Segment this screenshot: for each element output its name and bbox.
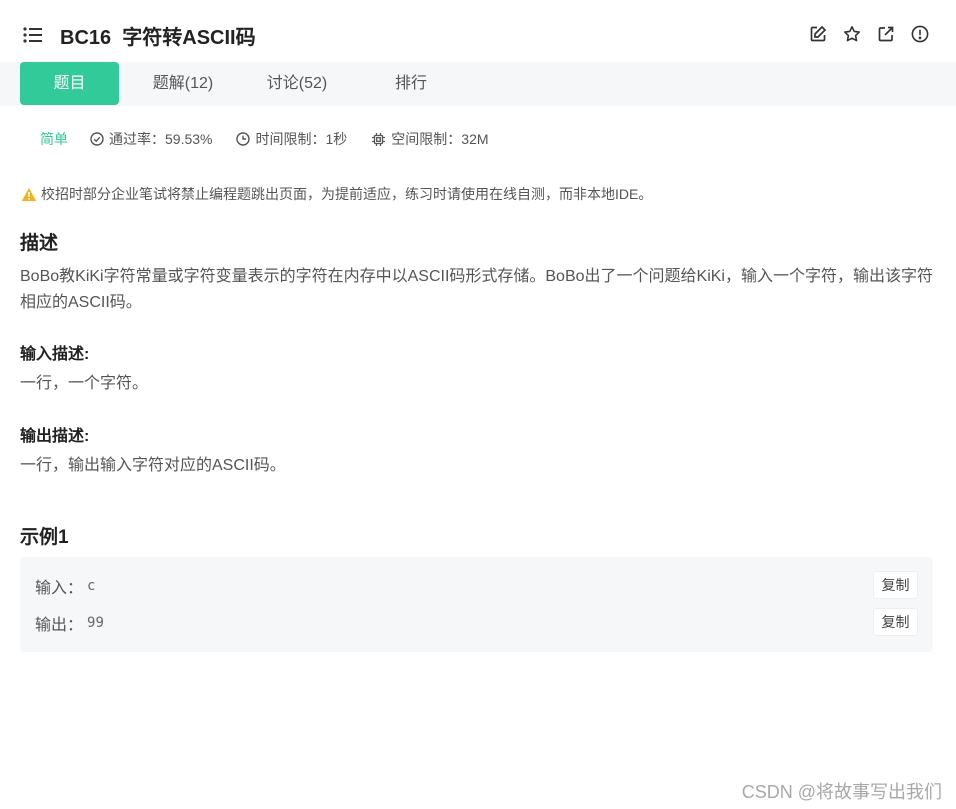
list-icon[interactable] [22, 26, 44, 44]
problem-meta: 简单 通过率：59.53% 时间限制：1秒 空间限制：32M [40, 129, 513, 149]
tab-discussion[interactable]: 讨论(52) [244, 62, 350, 105]
header-actions [808, 24, 930, 44]
example-box: 输入： c 复制 输出： 99 复制 [20, 557, 933, 652]
chip-icon [372, 132, 386, 146]
space-limit-text: 空间限制：32M [391, 131, 489, 147]
output-desc-heading: 输出描述: [20, 428, 90, 445]
time-limit: 时间限制：1秒 [236, 129, 347, 149]
example-output-row: 输出： 99 [35, 611, 104, 635]
tab-problem[interactable]: 题目 [20, 62, 119, 105]
star-icon[interactable] [842, 24, 862, 44]
difficulty-badge: 简单 [40, 131, 68, 147]
example-heading: 示例1 [20, 527, 69, 548]
notice-text: 校招时部分企业笔试将禁止编程题跳出页面，为提前适应，练习时请使用在线自测，而非本… [41, 186, 653, 202]
info-icon[interactable] [910, 24, 930, 44]
edit-icon[interactable] [808, 24, 828, 44]
output-desc-text: 一行，输出输入字符对应的ASCII码。 [20, 457, 286, 474]
check-circle-icon [90, 132, 104, 146]
input-desc-heading: 输入描述: [20, 346, 90, 363]
warning-icon [21, 187, 37, 201]
tab-bar: 题目 题解(12) 讨论(52) 排行 [0, 62, 956, 106]
description-heading: 描述 [20, 233, 59, 254]
example-input-value: c [87, 578, 96, 594]
input-desc-text: 一行，一个字符。 [20, 375, 149, 392]
time-limit-text: 时间限制：1秒 [255, 131, 348, 147]
problem-header: BC16 字符转ASCII码 [0, 0, 956, 62]
pass-rate-text: 通过率：59.53% [109, 131, 213, 147]
problem-title: BC16 字符转ASCII码 [60, 27, 256, 49]
watermark: CSDN @将故事写出我们 [741, 782, 942, 802]
example-input-row: 输入： c [35, 574, 95, 598]
tab-ranking[interactable]: 排行 [358, 62, 464, 105]
external-link-icon[interactable] [876, 24, 896, 44]
tab-solutions[interactable]: 题解(12) [130, 62, 236, 105]
exam-notice: 校招时部分企业笔试将禁止编程题跳出页面，为提前适应，练习时请使用在线自测，而非本… [21, 184, 652, 204]
pass-rate: 通过率：59.53% [90, 129, 212, 149]
example-output-label: 输出： [35, 617, 84, 634]
example-input-label: 输入： [35, 580, 84, 597]
example-output-value: 99 [87, 615, 104, 631]
space-limit: 空间限制：32M [371, 129, 489, 149]
clock-icon [236, 132, 251, 146]
copy-input-button[interactable]: 复制 [873, 571, 918, 599]
description-text: BoBo教KiKi字符常量或字符变量表示的字符在内存中以ASCII码形式存储。B… [20, 268, 933, 311]
copy-output-button[interactable]: 复制 [873, 608, 918, 636]
